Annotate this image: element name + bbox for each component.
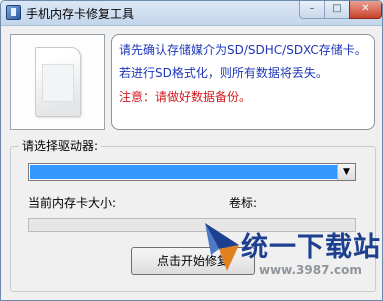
minimize-icon: – — [309, 3, 315, 14]
card-size-label: 当前内存卡大小: — [28, 196, 117, 210]
close-button[interactable]: ✕ — [349, 1, 382, 19]
app-window: 手机内存卡修复工具 – □ ✕ 请先确认存储媒介为SD/SDHC/SDXC存储卡… — [0, 0, 383, 301]
maximize-button[interactable]: □ — [324, 1, 350, 19]
drive-select-highlight — [30, 165, 337, 179]
app-icon — [6, 5, 21, 20]
watermark-url: www.3987.com — [259, 263, 362, 277]
watermark-title: 统一下载站 — [241, 232, 381, 263]
maximize-icon: □ — [332, 3, 342, 14]
drive-group-label: 请选择驱动器: — [19, 137, 102, 154]
drive-select[interactable]: ▼ — [28, 163, 356, 181]
notice-panel: 请先确认存储媒介为SD/SDHC/SDXC存储卡。 若进行SD格式化，则所有数据… — [111, 34, 375, 130]
sd-card-image-panel — [10, 34, 105, 130]
minimize-button[interactable]: – — [299, 1, 325, 19]
sd-card-icon — [35, 47, 81, 117]
volume-label: 卷标: — [229, 196, 258, 210]
notice-line-backup-warning: 注意：请做好数据备份。 — [119, 90, 252, 104]
watermark: 统一下载站 www.3987.com — [201, 215, 382, 300]
notice-line-storage-type: 请先确认存储媒介为SD/SDHC/SDXC存储卡。 — [119, 43, 367, 57]
chevron-down-icon[interactable]: ▼ — [337, 164, 355, 180]
close-icon: ✕ — [361, 3, 370, 14]
compass-logo-icon — [205, 223, 239, 271]
window-title: 手机内存卡修复工具 — [26, 7, 135, 21]
notice-line-data-loss: 若进行SD格式化，则所有数据将丢失。 — [119, 66, 328, 80]
title-bar[interactable]: 手机内存卡修复工具 – □ ✕ — [1, 1, 382, 26]
